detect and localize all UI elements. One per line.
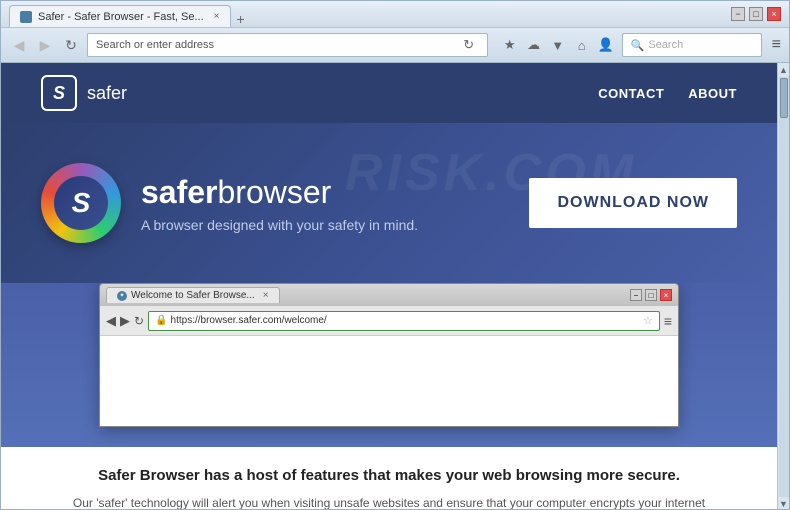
download-icon[interactable]: ▼ [548,35,568,55]
reload-button[interactable]: ↻ [61,35,81,55]
title-bar: Safer - Safer Browser - Fast, Se... × + … [1,1,789,28]
hero-logo-inner: S [54,176,108,230]
tab-favicon [20,11,32,23]
lower-title-rest: has a host of features that makes your w… [200,467,680,484]
hero-brand-light: browser [218,174,332,210]
mini-tab: Welcome to Safer Browse... × [106,287,280,303]
logo-letter: S [53,83,65,104]
mini-star-icon: ☆ [643,314,653,327]
forward-button[interactable]: ▶ [35,35,55,55]
site-header: S safer CONTACT ABOUT [1,63,777,123]
address-bar[interactable]: Search or enter address ↻ [87,33,488,57]
tab-bar: Safer - Safer Browser - Fast, Se... × + [9,1,731,27]
search-icon: 🔍 [631,39,645,52]
lower-content: Safer Browser has a host of features tha… [1,447,777,509]
lower-title-brand: Safer Browser [98,467,200,484]
mini-close[interactable]: × [660,289,672,301]
mini-menu-btn[interactable]: ≡ [664,313,672,329]
browser-preview-section: Welcome to Safer Browse... × − □ × ◀ ▶ [1,283,777,447]
mini-address-bar[interactable]: 🔒 https://browser.safer.com/welcome/ ☆ [148,311,660,331]
back-button[interactable]: ◀ [9,35,29,55]
active-tab[interactable]: Safer - Safer Browser - Fast, Se... × [9,5,231,27]
window-frame: Safer - Safer Browser - Fast, Se... × + … [0,0,790,510]
maximize-button[interactable]: □ [749,7,763,21]
search-bar[interactable]: 🔍 Search [622,33,762,57]
mini-tab-favicon [117,291,127,301]
download-button[interactable]: DOWNLOAD NOW [529,178,737,228]
nav-bar: ◀ ▶ ↻ Search or enter address ↻ ★ ☁ ▼ ⌂ … [1,28,789,63]
hero-logo-letter: S [72,187,91,219]
page-content: S safer CONTACT ABOUT RISK.COM S [1,63,777,509]
logo-area: S safer [41,75,127,111]
nav-icons: ★ ☁ ▼ ⌂ 👤 [500,35,616,55]
scroll-up-arrow[interactable]: ▲ [779,65,788,75]
mini-win-btns: − □ × [630,289,672,301]
hero-text: saferbrowser A browser designed with you… [141,174,418,233]
home-icon[interactable]: ⌂ [572,35,592,55]
lower-body-text: Our 'safer' technology will alert you wh… [69,494,709,509]
search-placeholder: Search [648,39,683,51]
hero-logo: S [41,163,121,243]
tab-title: Safer - Safer Browser - Fast, Se... [38,11,204,23]
hero-subtitle: A browser designed with your safety in m… [141,217,418,233]
mini-url-text: https://browser.safer.com/welcome/ [171,315,327,326]
nav-about[interactable]: ABOUT [688,86,737,101]
hero-brand-bold: safer [141,174,218,210]
cloud-icon[interactable]: ☁ [524,35,544,55]
content-area: S safer CONTACT ABOUT RISK.COM S [1,63,789,509]
scroll-thumb[interactable] [780,78,788,118]
address-reload-icon: ↻ [459,35,479,55]
tab-close-btn[interactable]: × [214,11,220,22]
logo-text: safer [87,83,127,104]
hero-title: saferbrowser [141,174,418,211]
user-icon[interactable]: 👤 [596,35,616,55]
mini-forward-btn[interactable]: ▶ [120,313,130,329]
header-nav: CONTACT ABOUT [598,86,737,101]
window-controls: − □ × [731,7,781,21]
mini-browser: Welcome to Safer Browse... × − □ × ◀ ▶ [99,283,679,427]
mini-minimize[interactable]: − [630,289,642,301]
mini-nav-bar: ◀ ▶ ↻ 🔒 https://browser.safer.com/welcom… [100,306,678,336]
lower-title: Safer Browser has a host of features tha… [61,467,717,484]
mini-reload-btn[interactable]: ↻ [134,314,144,328]
menu-button[interactable]: ≡ [772,36,781,54]
scroll-track[interactable] [779,77,789,497]
scrollbar[interactable]: ▲ ▼ [777,63,789,509]
logo-icon: S [41,75,77,111]
hero-section: RISK.COM S saferbrowser A browser design… [1,123,777,283]
new-tab-btn[interactable]: + [237,11,245,27]
hero-left: S saferbrowser A browser designed with y… [41,163,418,243]
address-placeholder: Search or enter address [96,39,459,51]
mini-back-btn[interactable]: ◀ [106,313,116,329]
scroll-down-arrow[interactable]: ▼ [779,499,788,509]
mini-page-content [100,336,678,426]
minimize-button[interactable]: − [731,7,745,21]
mini-title-bar: Welcome to Safer Browse... × − □ × [100,284,678,306]
mini-lock-icon: 🔒 [155,315,167,326]
mini-tab-area: Welcome to Safer Browse... × [106,287,280,303]
mini-tab-close[interactable]: × [263,290,269,301]
star-icon[interactable]: ★ [500,35,520,55]
close-button[interactable]: × [767,7,781,21]
mini-maximize[interactable]: □ [645,289,657,301]
mini-tab-label: Welcome to Safer Browse... [131,290,255,301]
nav-contact[interactable]: CONTACT [598,86,664,101]
